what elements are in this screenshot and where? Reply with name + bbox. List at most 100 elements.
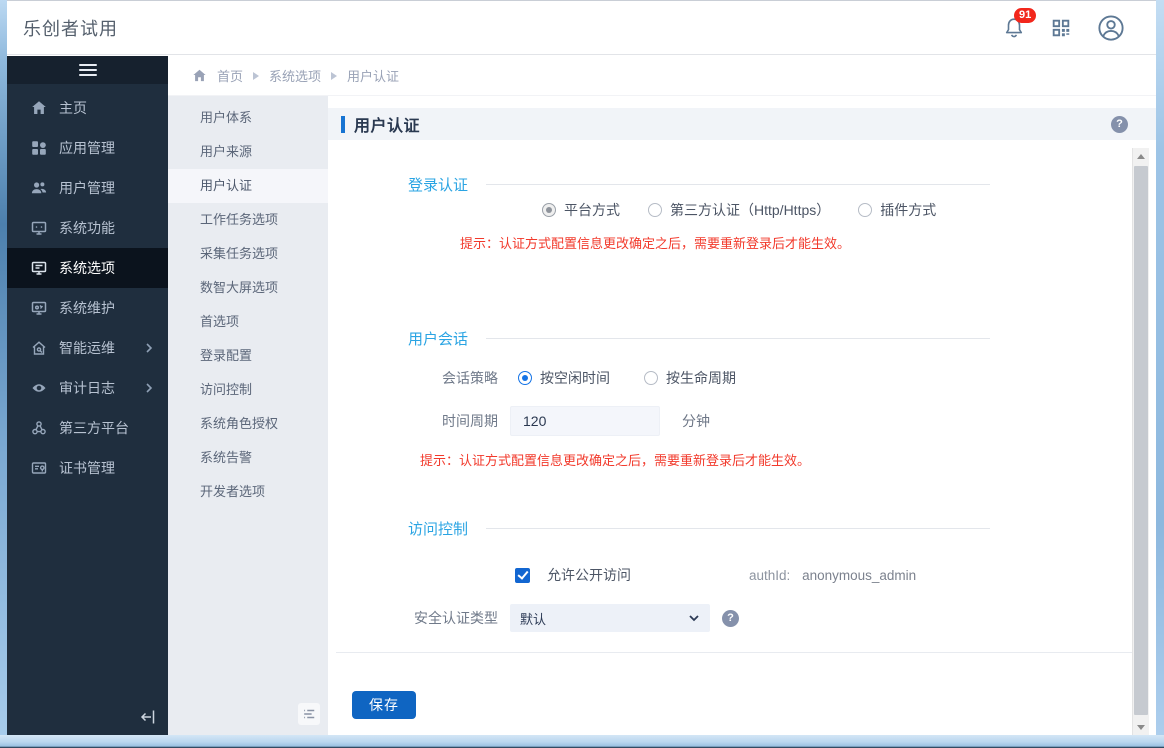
system-options-icon — [31, 260, 47, 276]
session-policy-row: 会话策略 按空闲时间 按生命周期 — [328, 364, 736, 392]
security-type-help-icon[interactable] — [722, 609, 739, 627]
horizontal-scrollbar[interactable] — [0, 735, 1164, 748]
submenu-item-user-auth[interactable]: 用户认证 — [168, 169, 328, 203]
scrollbar-up-arrow[interactable] — [1133, 148, 1149, 164]
sidebar-item-system-options[interactable]: 系统选项 — [7, 248, 168, 288]
sidebar-item-certificate-management[interactable]: 证书管理 — [7, 448, 168, 488]
content-divider — [336, 652, 1144, 653]
save-button[interactable]: 保存 — [352, 691, 416, 719]
top-header: 乐创者试用 91 — [7, 1, 1156, 55]
breadcrumb: 首页 系统选项 用户认证 — [168, 56, 1156, 96]
qr-code-button[interactable] — [1050, 17, 1072, 39]
collapse-sidebar-button[interactable] — [138, 707, 158, 727]
sidebar-item-smart-ops[interactable]: 智能运维 — [7, 328, 168, 368]
submenu-item-access-control[interactable]: 访问控制 — [168, 373, 328, 407]
main-sidebar: 主页 应用管理 用户管理 系统功能 系统选项 系统维护 智能运维 审计日志 第三… — [7, 56, 168, 735]
sub-sidebar: 用户体系 用户来源 用户认证 工作任务选项 采集任务选项 数智大屏选项 首选项 … — [168, 96, 328, 735]
user-avatar-icon — [1096, 13, 1126, 43]
auth-id-label: authId: — [749, 567, 791, 583]
breadcrumb-item-system-options[interactable]: 系统选项 — [269, 66, 321, 85]
breadcrumb-separator-icon — [253, 71, 260, 80]
breadcrumb-item-home[interactable]: 首页 — [217, 66, 243, 85]
radio-idle-time[interactable]: 按空闲时间 — [518, 368, 610, 388]
auth-id-value: anonymous_admin — [802, 567, 917, 583]
radio-unselected-icon — [644, 371, 658, 385]
public-access-checkbox[interactable]: 允许公开访问 — [515, 565, 631, 585]
window-frame-right — [1156, 0, 1164, 748]
smart-ops-icon — [31, 340, 47, 356]
submenu-item-bigscreen-options[interactable]: 数智大屏选项 — [168, 271, 328, 305]
system-functions-icon — [31, 220, 47, 236]
certificate-icon — [31, 460, 47, 476]
submenu-item-role-authorization[interactable]: 系统角色授权 — [168, 407, 328, 441]
time-period-row: 时间周期 分钟 — [328, 406, 710, 436]
security-type-value: 默认 — [520, 611, 547, 627]
submenu-item-login-config[interactable]: 登录配置 — [168, 339, 328, 373]
sidebar-item-home[interactable]: 主页 — [7, 88, 168, 128]
system-maintenance-icon — [31, 300, 47, 316]
checkbox-checked-icon — [515, 567, 530, 583]
public-access-label: 允许公开访问 — [547, 567, 631, 583]
app-title: 乐创者试用 — [23, 18, 118, 39]
auth-id: authId: anonymous_admin — [749, 568, 916, 583]
radio-selected-icon — [542, 203, 556, 217]
notification-badge: 91 — [1014, 7, 1037, 23]
chevron-right-icon — [144, 383, 154, 393]
submenu-collapse-button[interactable] — [298, 703, 320, 725]
sidebar-item-system-maintenance[interactable]: 系统维护 — [7, 288, 168, 328]
user-avatar-button[interactable] — [1096, 13, 1126, 43]
sidebar-item-third-party[interactable]: 第三方平台 — [7, 408, 168, 448]
title-accent-bar — [341, 115, 345, 133]
third-party-icon — [31, 420, 47, 436]
collapse-left-icon — [138, 707, 158, 727]
section-access-control: 访问控制 — [408, 514, 990, 542]
time-period-unit: 分钟 — [682, 413, 710, 429]
submenu-item-preferences[interactable]: 首选项 — [168, 305, 328, 339]
apps-icon — [31, 140, 47, 156]
radio-lifecycle[interactable]: 按生命周期 — [644, 368, 736, 388]
chevron-down-icon — [688, 612, 700, 624]
login-auth-options: 平台方式 第三方认证（Http/Https） 插件方式 — [542, 196, 936, 224]
sidebar-item-app-management[interactable]: 应用管理 — [7, 128, 168, 168]
page-title: 用户认证 — [354, 118, 421, 135]
section-divider — [486, 527, 990, 529]
sidebar-item-audit-log[interactable]: 审计日志 — [7, 368, 168, 408]
time-period-label: 时间周期 — [442, 413, 498, 429]
sidebar-item-user-management[interactable]: 用户管理 — [7, 168, 168, 208]
vertical-scrollbar[interactable] — [1132, 148, 1149, 735]
vertical-scrollbar-thumb[interactable] — [1134, 166, 1148, 715]
submenu-item-collect-task-options[interactable]: 采集任务选项 — [168, 237, 328, 271]
main-content: 用户认证 登录认证 平台方式 第三方认证（Http/Https） — [328, 96, 1156, 735]
radio-platform-mode[interactable]: 平台方式 — [542, 200, 620, 220]
breadcrumb-item-current: 用户认证 — [347, 69, 400, 84]
window-frame-left — [0, 0, 7, 748]
submenu-item-developer-options[interactable]: 开发者选项 — [168, 475, 328, 509]
section-title: 用户会话 — [408, 330, 469, 348]
sidebar-item-system-functions[interactable]: 系统功能 — [7, 208, 168, 248]
page-help-icon[interactable] — [1111, 115, 1128, 133]
qr-code-icon — [1050, 17, 1072, 39]
section-title: 登录认证 — [408, 176, 469, 194]
breadcrumb-home-icon — [192, 68, 207, 83]
radio-unselected-icon — [858, 203, 873, 217]
user-auth-form: 登录认证 平台方式 第三方认证（Http/Https） 插件方式 提示：认证方式… — [328, 146, 1144, 735]
time-period-input[interactable] — [510, 406, 660, 436]
sidebar-menu-toggle[interactable] — [7, 56, 168, 84]
security-type-row: 安全认证类型 默认 — [328, 604, 739, 632]
submenu-item-system-alerts[interactable]: 系统告警 — [168, 441, 328, 475]
section-divider — [486, 337, 990, 339]
submenu-item-user-source[interactable]: 用户来源 — [168, 135, 328, 169]
scrollbar-down-arrow[interactable] — [1133, 719, 1149, 735]
security-type-label: 安全认证类型 — [414, 610, 498, 626]
security-type-select[interactable]: 默认 — [510, 604, 710, 632]
audit-log-icon — [31, 380, 47, 396]
radio-third-party-auth[interactable]: 第三方认证（Http/Https） — [648, 200, 830, 220]
window-top-edge — [0, 0, 1164, 1]
submenu-item-user-system[interactable]: 用户体系 — [168, 101, 328, 135]
section-login-auth: 登录认证 — [408, 170, 990, 198]
breadcrumb-separator-icon — [331, 71, 338, 80]
submenu-item-work-task-options[interactable]: 工作任务选项 — [168, 203, 328, 237]
radio-plugin-mode[interactable]: 插件方式 — [858, 200, 936, 220]
notifications-button[interactable]: 91 — [1002, 7, 1037, 40]
home-icon — [31, 100, 47, 116]
